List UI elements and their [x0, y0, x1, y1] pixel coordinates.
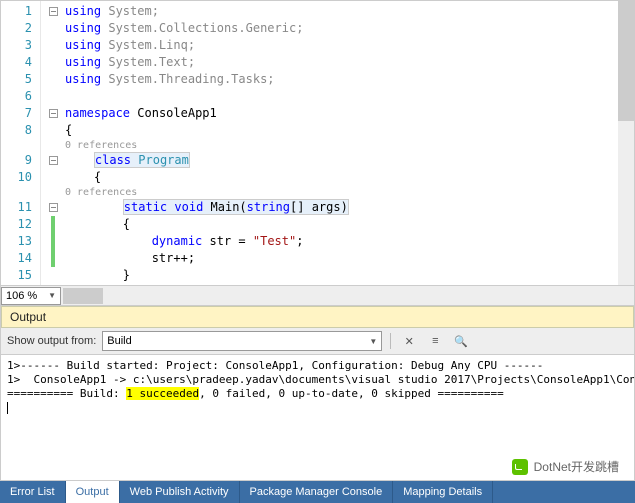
change-indicator: [51, 250, 55, 267]
chevron-down-icon: ▼: [369, 337, 377, 346]
output-panel: Output Show output from: Build ▼ ✕ ≡ 🔍 1…: [0, 306, 635, 481]
clear-all-button[interactable]: ✕: [399, 331, 419, 351]
code-body[interactable]: using System;using System.Collections.Ge…: [65, 1, 618, 285]
tab-package-manager-console[interactable]: Package Manager Console: [240, 481, 394, 503]
tab-error-list[interactable]: Error List: [0, 481, 66, 503]
horizontal-scrollbar[interactable]: [63, 288, 634, 304]
tab-web-publish-activity[interactable]: Web Publish Activity: [120, 481, 240, 503]
find-button[interactable]: 🔍: [451, 331, 471, 351]
output-source-dropdown[interactable]: Build ▼: [102, 331, 382, 351]
zoom-value: 106 %: [6, 290, 37, 302]
code-editor[interactable]: 12345678910111213141516 using System;usi…: [0, 0, 635, 306]
watermark: DotNet开发跳槽: [506, 456, 625, 477]
wechat-icon: [512, 459, 528, 475]
outline-column[interactable]: [41, 1, 65, 285]
tab-mapping-details[interactable]: Mapping Details: [393, 481, 493, 503]
vertical-scrollbar[interactable]: [618, 1, 634, 285]
zoom-dropdown[interactable]: 106 % ▼: [1, 287, 61, 305]
toolbar-separator: [390, 333, 391, 349]
toggle-wrap-button[interactable]: ≡: [425, 331, 445, 351]
bottom-tab-strip: Error ListOutputWeb Publish ActivityPack…: [0, 481, 635, 503]
line-number-gutter: 12345678910111213141516: [1, 1, 41, 285]
tab-output[interactable]: Output: [66, 481, 120, 503]
show-output-label: Show output from:: [7, 335, 96, 347]
output-toolbar: Show output from: Build ▼ ✕ ≡ 🔍: [1, 328, 634, 355]
chevron-down-icon: ▼: [48, 291, 56, 300]
output-panel-title: Output: [1, 306, 634, 328]
change-indicator: [51, 233, 55, 250]
change-indicator: [51, 216, 55, 233]
